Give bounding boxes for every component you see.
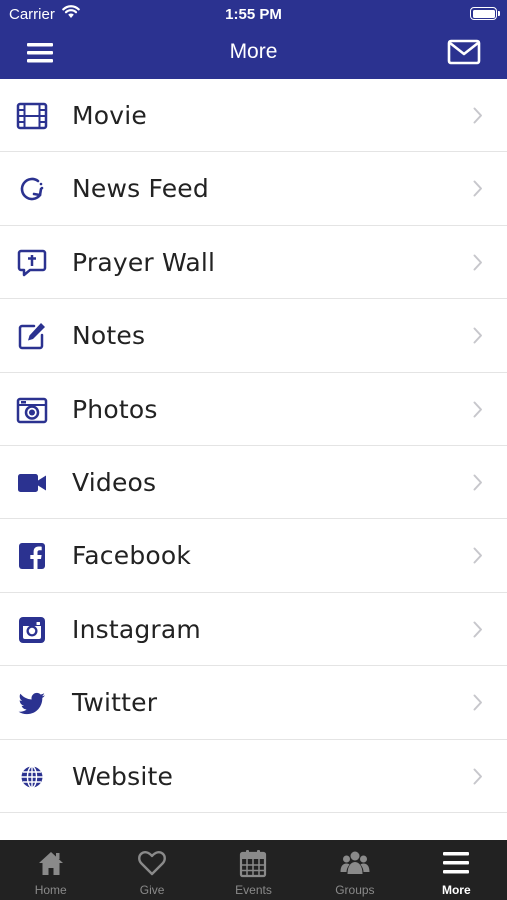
chevron-right-icon	[473, 694, 482, 711]
menu-item-label: Website	[72, 761, 174, 791]
tab-label: Give	[139, 883, 165, 897]
tab-more[interactable]: More	[406, 840, 507, 900]
chevron-right-icon	[473, 621, 482, 638]
chevron-right-icon	[473, 768, 482, 785]
menu-item-videos[interactable]: Videos	[0, 446, 507, 520]
chevron-right-icon	[473, 547, 482, 564]
menu-item-twitter[interactable]: Twitter	[0, 666, 507, 740]
menu-item-photos[interactable]: Photos	[0, 373, 507, 446]
facebook-icon	[19, 543, 45, 570]
menu-item-label: News Feed	[72, 174, 209, 204]
top-bar: Carrier 1:55 PM More	[0, 0, 507, 79]
menu-item-website[interactable]: Website	[0, 740, 507, 813]
chevron-right-icon	[473, 107, 482, 124]
chevron-right-icon	[473, 401, 482, 418]
instagram-icon	[19, 616, 45, 643]
groups-icon	[340, 851, 370, 874]
page-title: More	[229, 40, 278, 63]
tab-label: More	[441, 883, 471, 897]
menu-item-instagram[interactable]: Instagram	[0, 593, 507, 667]
envelope-icon[interactable]	[446, 37, 482, 67]
menu-item-notes[interactable]: Notes	[0, 299, 507, 373]
refresh-icon	[20, 178, 44, 201]
tab-groups[interactable]: Groups	[304, 840, 405, 900]
menu-item-label: Movie	[72, 101, 147, 130]
menu-item-movie[interactable]: Movie	[0, 79, 507, 153]
heart-icon	[138, 851, 167, 876]
tab-label: Home	[34, 883, 67, 897]
menu-item-facebook[interactable]: Facebook	[0, 519, 507, 593]
battery-icon	[470, 7, 500, 20]
status-bar: Carrier 1:55 PM	[0, 0, 507, 28]
tab-label: Groups	[335, 883, 375, 897]
prayer-icon	[17, 249, 47, 277]
menu-item-label: Twitter	[72, 688, 158, 718]
navigation-bar: More	[0, 28, 507, 79]
chevron-right-icon	[473, 474, 482, 491]
chevron-right-icon	[473, 254, 482, 271]
menu-item-label: Notes	[72, 321, 146, 351]
tab-home[interactable]: Home	[0, 840, 101, 900]
menu-item-label: Instagram	[72, 614, 201, 644]
tab-bar: Home Give Events Groups More	[0, 840, 507, 900]
menu-item-label: Facebook	[72, 541, 192, 571]
calendar-icon	[240, 850, 267, 878]
tab-events[interactable]: Events	[203, 840, 304, 900]
chevron-right-icon	[473, 327, 482, 344]
film-icon	[16, 102, 48, 130]
twitter-icon	[18, 693, 45, 715]
home-icon	[38, 852, 63, 875]
chevron-right-icon	[473, 180, 482, 197]
tab-label: Events	[235, 883, 272, 897]
menu-item-label: Videos	[72, 467, 157, 497]
camera-icon	[16, 397, 48, 423]
status-time: 1:55 PM	[225, 6, 282, 23]
video-camera-icon	[18, 473, 46, 492]
edit-icon	[18, 323, 45, 350]
tab-give[interactable]: Give	[101, 840, 202, 900]
hamburger-menu-icon	[443, 852, 470, 874]
more-menu-list: Movie News Feed Prayer Wall Notes Photos…	[0, 79, 507, 813]
menu-item-label: Prayer Wall	[72, 247, 216, 277]
menu-item-news-feed[interactable]: News Feed	[0, 152, 507, 226]
menu-item-label: Photos	[72, 394, 158, 424]
menu-item-prayer-wall[interactable]: Prayer Wall	[0, 226, 507, 300]
globe-icon	[21, 765, 43, 788]
